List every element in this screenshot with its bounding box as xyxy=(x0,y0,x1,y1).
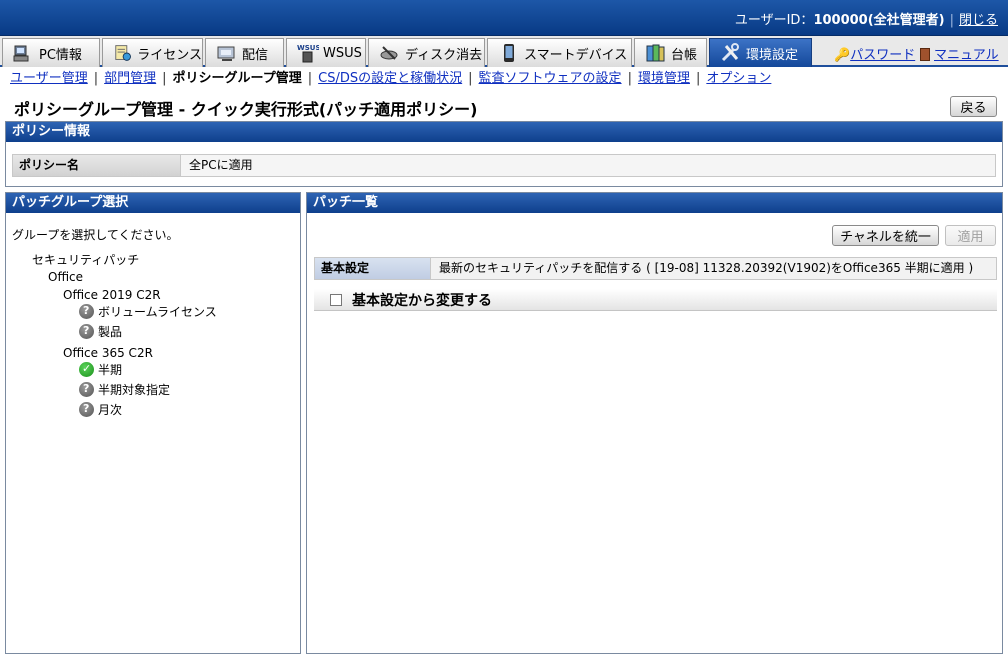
subnav-department-management[interactable]: 部門管理 xyxy=(104,71,156,86)
tree-node-security-patch[interactable]: セキュリティパッチ xyxy=(32,251,139,268)
tree-node-office[interactable]: Office xyxy=(48,270,83,284)
patch-group-panel: パッチグループ選択 グループを選択してください。 セキュリティパッチ Offic… xyxy=(5,192,301,654)
change-from-basic-checkbox[interactable] xyxy=(330,293,342,306)
tab-distribution[interactable]: 配信 xyxy=(205,38,284,67)
subnav-audit-software-settings[interactable]: 監査ソフトウェアの設定 xyxy=(479,71,622,86)
unify-channel-button[interactable]: チャネルを統一 xyxy=(832,225,939,246)
sub-navigation: ユーザー管理 | 部門管理 | ポリシーグループ管理 | CS/DSの設定と稼働状況 | 監査ソ… xyxy=(0,69,1008,91)
patch-group-heading: パッチグループ選択 xyxy=(6,193,300,213)
pc-icon xyxy=(13,45,29,62)
tab-label: 台帳 xyxy=(671,47,698,63)
tree-node-office-365-c2r[interactable]: Office 365 C2R xyxy=(63,346,153,360)
policy-name-row: ポリシー名 全PCに適用 xyxy=(12,154,996,177)
smart-device-icon xyxy=(504,44,514,62)
subnav-separator: | xyxy=(695,71,701,86)
tab-settings[interactable]: 環境設定 xyxy=(709,38,812,67)
subnav-options[interactable]: オプション xyxy=(706,71,771,86)
apply-button[interactable]: 適用 xyxy=(945,225,996,246)
disk-erase-icon xyxy=(380,46,398,60)
user-id-value: 100000(全社管理者) xyxy=(813,13,945,28)
top-header-bar: ユーザーID：100000(全社管理者) | 閉じる xyxy=(0,0,1008,36)
tab-label: 環境設定 xyxy=(746,47,799,63)
tab-label: スマートデバイス xyxy=(524,47,628,63)
tree-node-label: ボリュームライセンス xyxy=(98,305,217,319)
patch-list-heading: パッチ一覧 xyxy=(307,193,1002,213)
distribution-icon xyxy=(217,46,235,61)
tab-label: 配信 xyxy=(242,47,269,63)
tree-node-semi-annual-targeted[interactable]: 半期対象指定 xyxy=(79,381,170,398)
subnav-separator: | xyxy=(468,71,473,86)
unknown-status-icon xyxy=(79,382,94,397)
tab-pc-info[interactable]: PC情報 xyxy=(2,38,100,67)
manual-book-icon xyxy=(920,48,930,61)
tab-disk-erase[interactable]: ディスク消去 xyxy=(368,38,485,67)
tab-wsus[interactable]: WSUS WSUS xyxy=(286,38,366,67)
subnav-separator: | xyxy=(307,71,313,86)
svg-text:WSUS: WSUS xyxy=(297,44,319,52)
license-icon xyxy=(115,45,131,61)
key-icon: 🔑 xyxy=(834,48,851,63)
basic-setting-row: 基本設定 最新のセキュリティパッチを配信する ( [19-08] 11328.2… xyxy=(314,257,997,280)
password-label: パスワード xyxy=(850,48,916,63)
tree-node-label: Office xyxy=(48,270,84,284)
tab-smart-device[interactable]: スマートデバイス xyxy=(487,38,632,67)
subnav-separator: | xyxy=(93,71,99,86)
tree-node-label: 月次 xyxy=(98,403,123,417)
patch-list-panel: パッチ一覧 チャネルを統一 適用 基本設定 最新のセキュリティパッチを配信する … xyxy=(306,192,1003,654)
tree-node-monthly[interactable]: 月次 xyxy=(79,401,122,418)
policy-info-heading: ポリシー情報 xyxy=(6,122,1002,142)
subnav-separator: | xyxy=(162,71,167,86)
user-id-label: ユーザーID： xyxy=(734,13,814,28)
policy-info-panel: ポリシー情報 ポリシー名 全PCに適用 xyxy=(5,121,1003,187)
wsus-icon: WSUS xyxy=(297,44,319,63)
tree-node-label: Office 2019 C2R xyxy=(63,288,161,302)
tree-node-label: 半期対象指定 xyxy=(98,383,171,397)
tree-node-label: セキュリティパッチ xyxy=(32,253,140,267)
subnav-separator: | xyxy=(627,71,632,86)
tree-node-product[interactable]: 製品 xyxy=(79,323,122,340)
basic-setting-label: 基本設定 xyxy=(315,258,431,279)
manual-label: マニュアル xyxy=(934,48,999,63)
header-separator: | xyxy=(949,13,954,28)
tree-node-volume-license[interactable]: ボリュームライセンス xyxy=(79,303,217,320)
main-menu-bar: PC情報 ライセンス 配信 WSUS WSUS ディスク消去 スマートデバイス … xyxy=(0,36,1008,67)
policy-name-value: 全PCに適用 xyxy=(181,155,995,176)
change-from-basic-row[interactable]: 基本設定から変更する xyxy=(314,289,997,311)
check-status-icon xyxy=(79,362,94,377)
manual-link[interactable]: マニュアル xyxy=(920,44,999,63)
unknown-status-icon xyxy=(79,402,94,417)
tree-node-semi-annual[interactable]: 半期 xyxy=(79,361,122,378)
subnav-environment-management[interactable]: 環境管理 xyxy=(638,71,690,86)
tab-license[interactable]: ライセンス xyxy=(102,38,203,67)
subnav-user-management[interactable]: ユーザー管理 xyxy=(10,71,88,86)
unknown-status-icon xyxy=(79,324,94,339)
settings-tools-icon xyxy=(721,43,739,62)
tree-node-office-2019-c2r[interactable]: Office 2019 C2R xyxy=(63,288,161,302)
change-from-basic-label: 基本設定から変更する xyxy=(352,292,492,309)
tab-label: ディスク消去 xyxy=(405,47,483,63)
close-link[interactable]: 閉じる xyxy=(959,13,998,28)
policy-name-label: ポリシー名 xyxy=(13,155,181,176)
tab-ledger[interactable]: 台帳 xyxy=(634,38,707,67)
group-instruction: グループを選択してください。 xyxy=(12,228,179,242)
tree-node-label: 半期 xyxy=(98,363,123,377)
tree-node-label: Office 365 C2R xyxy=(63,346,153,360)
user-info: ユーザーID：100000(全社管理者) | 閉じる xyxy=(735,9,998,28)
page-title: ポリシーグループ管理 - クイック実行形式(パッチ適用ポリシー) xyxy=(14,100,478,119)
tab-label: ライセンス xyxy=(137,47,202,63)
tab-label: WSUS xyxy=(323,45,362,61)
tab-label: PC情報 xyxy=(39,47,82,63)
subnav-policy-group-management: ポリシーグループ管理 xyxy=(172,71,302,86)
back-button[interactable]: 戻る xyxy=(950,96,997,117)
unknown-status-icon xyxy=(79,304,94,319)
subnav-cs-ds-settings[interactable]: CS/DSの設定と稼働状況 xyxy=(318,71,462,86)
basic-setting-value: 最新のセキュリティパッチを配信する ( [19-08] 11328.20392(… xyxy=(431,258,996,279)
title-row: ポリシーグループ管理 - クイック実行形式(パッチ適用ポリシー) 戻る xyxy=(0,93,1008,119)
tree-node-label: 製品 xyxy=(98,325,123,339)
password-link[interactable]: 🔑パスワード xyxy=(834,44,915,63)
ledger-icon xyxy=(646,44,665,62)
